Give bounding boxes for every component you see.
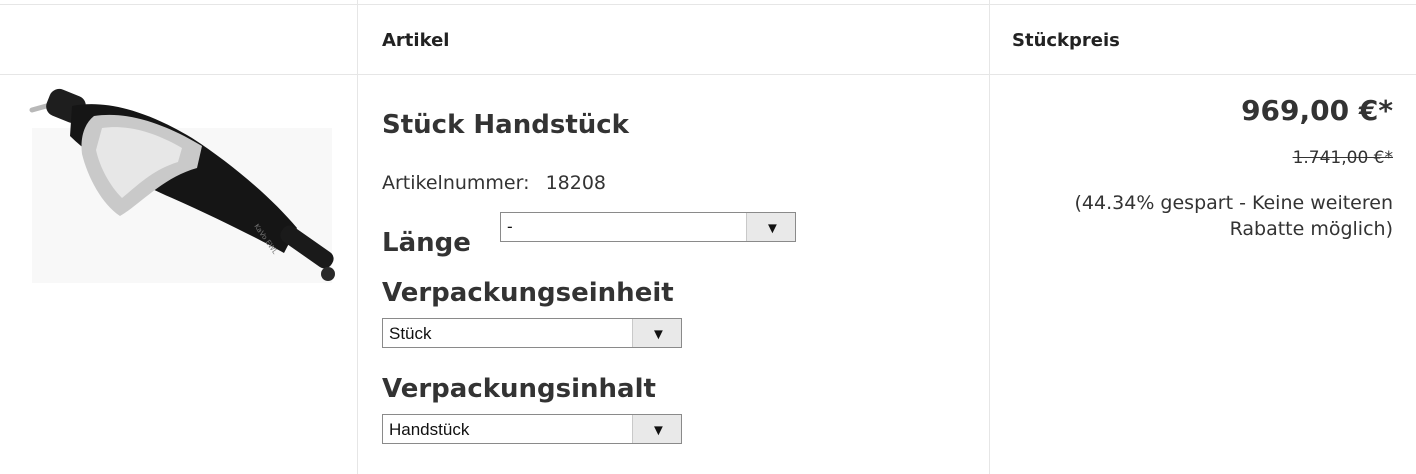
option-label-packaging-content: Verpackungsinhalt <box>382 374 656 404</box>
packaging-unit-select[interactable]: Stück ▼ <box>382 318 682 348</box>
header-top-border <box>0 4 1416 5</box>
chevron-down-icon: ▼ <box>765 220 780 237</box>
unit-price-current: 969,00 €* <box>1241 94 1393 127</box>
article-number-label: Artikelnummer: <box>382 172 530 194</box>
option-label-packaging-unit: Verpackungseinheit <box>382 278 674 308</box>
unit-price-old: 1.741,00 €* <box>1292 148 1393 168</box>
packaging-content-select[interactable]: Handstück ▼ <box>382 414 682 444</box>
column-divider-1 <box>357 0 358 474</box>
length-select-value: - <box>507 217 513 236</box>
length-select[interactable]: - ▼ <box>500 212 796 242</box>
header-unit-price: Stückpreis <box>1012 30 1120 51</box>
packaging-unit-select-button[interactable]: ▼ <box>632 319 681 347</box>
packaging-content-select-button[interactable]: ▼ <box>632 415 681 443</box>
packaging-content-select-value: Handstück <box>389 420 470 439</box>
cart-table: Artikel Stückpreis KaVo EWL Stück Handst… <box>0 0 1416 474</box>
chevron-down-icon: ▼ <box>651 326 666 343</box>
product-image[interactable]: KaVo EWL <box>22 88 340 298</box>
option-label-length: Länge <box>382 228 471 258</box>
chevron-down-icon: ▼ <box>651 422 666 439</box>
header-bottom-border <box>0 74 1416 75</box>
article-number: Artikelnummer: 18208 <box>382 172 606 194</box>
length-select-button[interactable]: ▼ <box>746 213 795 241</box>
packaging-unit-select-value: Stück <box>389 324 432 343</box>
header-article: Artikel <box>382 30 450 51</box>
savings-note: (44.34% gespart - Keine weiteren Rabatte… <box>1074 192 1393 240</box>
product-title[interactable]: Stück Handstück <box>382 110 629 140</box>
article-number-value: 18208 <box>545 172 607 194</box>
column-divider-2 <box>989 0 990 474</box>
